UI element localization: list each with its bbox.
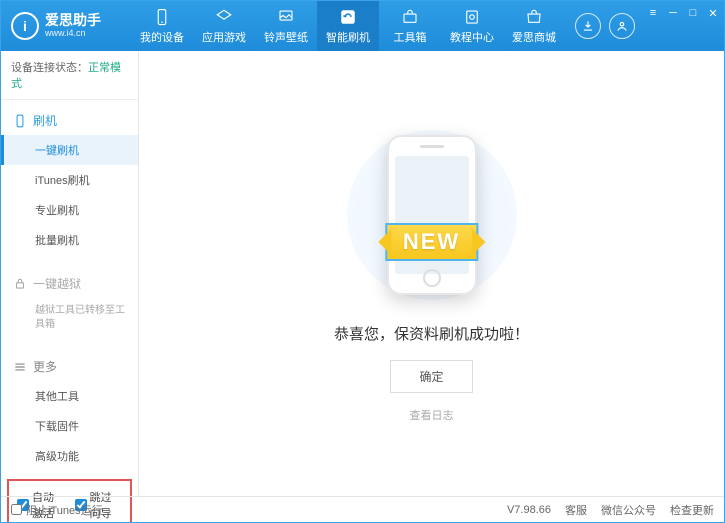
sidebar-header-flash[interactable]: 刷机 — [1, 106, 138, 135]
sidebar-header-label: 更多 — [33, 358, 57, 375]
nav-label: 爱思商城 — [512, 29, 556, 45]
jailbreak-note: 越狱工具已转移至工具箱 — [1, 298, 138, 338]
ribbon-text: NEW — [385, 223, 478, 261]
brand: i 爱思助手 www.i4.cn — [1, 1, 131, 51]
nav-label: 智能刷机 — [326, 29, 370, 45]
nav-toolbox[interactable]: 工具箱 — [379, 1, 441, 51]
nav-apps[interactable]: 应用游戏 — [193, 1, 255, 51]
success-illustration: NEW — [332, 125, 532, 305]
sidebar-item-oneclick-flash[interactable]: 一键刷机 — [1, 135, 138, 165]
sidebar-header-label: 刷机 — [33, 112, 57, 129]
nav-label: 教程中心 — [450, 29, 494, 45]
flash-icon — [339, 8, 357, 26]
nav-label: 铃声壁纸 — [264, 29, 308, 45]
sidebar-item-batch-flash[interactable]: 批量刷机 — [1, 225, 138, 255]
lock-icon — [13, 277, 27, 291]
maximize-button[interactable]: □ — [685, 5, 701, 21]
nav-label: 应用游戏 — [202, 29, 246, 45]
brand-title: 爱思助手 — [45, 13, 101, 28]
download-button[interactable] — [575, 13, 601, 39]
menu-icon — [13, 360, 27, 374]
nav-label: 我的设备 — [140, 29, 184, 45]
check-update-link[interactable]: 检查更新 — [670, 502, 714, 518]
main-nav: 我的设备 应用游戏 铃声壁纸 智能刷机 工具箱 教程中心 — [131, 1, 565, 51]
new-ribbon: NEW — [385, 223, 478, 261]
nav-label: 工具箱 — [394, 29, 427, 45]
account-button[interactable] — [609, 13, 635, 39]
brand-logo-letter: i — [23, 18, 27, 34]
titlebar: i 爱思助手 www.i4.cn 我的设备 应用游戏 铃声壁纸 智能刷机 — [1, 1, 724, 51]
nav-my-device[interactable]: 我的设备 — [131, 1, 193, 51]
status-label: 设备连接状态： — [11, 62, 88, 74]
checkbox-label: 阻止iTunes运行 — [26, 502, 103, 518]
side-section-more: 更多 其他工具 下载固件 高级功能 — [1, 346, 138, 475]
sidebar: 设备连接状态：正常模式 刷机 一键刷机 iTunes刷机 专业刷机 批量刷机 一… — [1, 51, 139, 496]
phone-icon — [13, 114, 27, 128]
side-section-flash: 刷机 一键刷机 iTunes刷机 专业刷机 批量刷机 — [1, 100, 138, 259]
wechat-link[interactable]: 微信公众号 — [601, 502, 656, 518]
close-button[interactable]: ✕ — [705, 5, 721, 21]
version-label: V7.98.66 — [507, 504, 551, 516]
checkbox-input[interactable] — [11, 504, 22, 515]
sidebar-item-other-tools[interactable]: 其他工具 — [1, 381, 138, 411]
toolbox-icon — [401, 8, 419, 26]
support-link[interactable]: 客服 — [565, 502, 587, 518]
phone-illustration — [387, 135, 477, 295]
titlebar-right-icons — [565, 1, 645, 51]
sidebar-item-download-firmware[interactable]: 下载固件 — [1, 411, 138, 441]
ok-button[interactable]: 确定 — [390, 360, 472, 393]
apps-icon — [215, 8, 233, 26]
sidebar-item-itunes-flash[interactable]: iTunes刷机 — [1, 165, 138, 195]
side-section-jailbreak: 一键越狱 越狱工具已转移至工具箱 — [1, 263, 138, 342]
nav-tutorials[interactable]: 教程中心 — [441, 1, 503, 51]
checkbox-block-itunes[interactable]: 阻止iTunes运行 — [11, 502, 103, 518]
brand-logo-icon: i — [11, 12, 39, 40]
minimize-button[interactable]: ─ — [665, 5, 681, 21]
book-icon — [463, 8, 481, 26]
sidebar-header-more[interactable]: 更多 — [1, 352, 138, 381]
sidebar-header-jailbreak[interactable]: 一键越狱 — [1, 269, 138, 298]
nav-store[interactable]: 爱思商城 — [503, 1, 565, 51]
app-window: i 爱思助手 www.i4.cn 我的设备 应用游戏 铃声壁纸 智能刷机 — [0, 0, 725, 523]
window-controls: ≡ ─ □ ✕ — [645, 1, 725, 51]
store-icon — [525, 8, 543, 26]
success-message: 恭喜您，保资料刷机成功啦！ — [334, 323, 529, 344]
nav-smart-flash[interactable]: 智能刷机 — [317, 1, 379, 51]
connection-status: 设备连接状态：正常模式 — [1, 51, 138, 100]
nav-ringtones[interactable]: 铃声壁纸 — [255, 1, 317, 51]
main-content: NEW 恭喜您，保资料刷机成功啦！ 确定 查看日志 — [139, 51, 724, 496]
brand-url: www.i4.cn — [45, 29, 101, 39]
wallpaper-icon — [277, 8, 295, 26]
menu-icon[interactable]: ≡ — [645, 5, 661, 21]
body: 设备连接状态：正常模式 刷机 一键刷机 iTunes刷机 专业刷机 批量刷机 一… — [1, 51, 724, 496]
statusbar: 阻止iTunes运行 V7.98.66 客服 微信公众号 检查更新 — [1, 496, 724, 522]
sidebar-item-pro-flash[interactable]: 专业刷机 — [1, 195, 138, 225]
phone-icon — [153, 8, 171, 26]
view-log-link[interactable]: 查看日志 — [410, 407, 454, 423]
sidebar-header-label: 一键越狱 — [33, 275, 81, 292]
sidebar-item-advanced[interactable]: 高级功能 — [1, 441, 138, 471]
